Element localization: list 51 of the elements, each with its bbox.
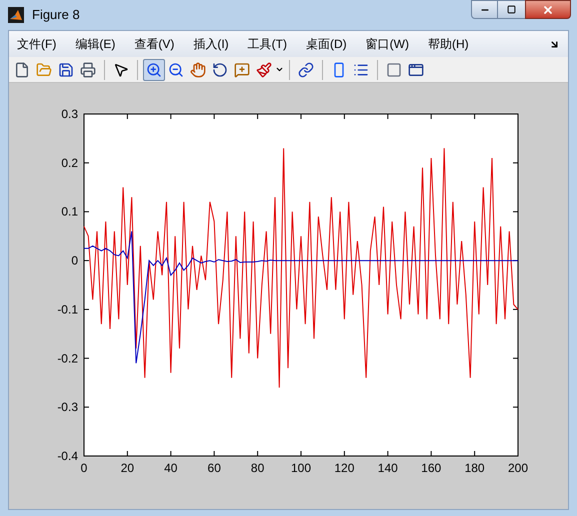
square-icon xyxy=(386,62,402,78)
y-tick-label: -0.1 xyxy=(57,302,78,316)
close-button[interactable] xyxy=(525,0,571,19)
menu-item[interactable]: 窗口(W) xyxy=(366,35,409,53)
data-cursor-icon xyxy=(234,62,250,78)
x-tick-label: 40 xyxy=(164,461,178,475)
dropdown-caret-icon[interactable] xyxy=(275,65,284,74)
x-tick-label: 140 xyxy=(378,461,398,475)
y-tick-label: -0.2 xyxy=(57,351,78,366)
legend-icon xyxy=(353,62,369,78)
maximize-icon xyxy=(507,5,516,14)
close-icon xyxy=(542,4,554,16)
maximize-button[interactable] xyxy=(498,0,525,19)
hand-icon xyxy=(190,62,206,78)
save-icon xyxy=(58,62,74,78)
y-tick-label: 0.2 xyxy=(61,156,78,170)
new-file-icon xyxy=(14,62,30,78)
x-tick-label: 80 xyxy=(250,461,264,475)
x-tick-label: 120 xyxy=(334,461,354,475)
printer-icon xyxy=(80,62,96,78)
menu-item[interactable]: 文件(F) xyxy=(17,35,56,53)
app-logo-icon xyxy=(8,7,24,23)
x-tick-label: 0 xyxy=(80,461,88,475)
x-tick-label: 160 xyxy=(421,461,442,475)
window-title: Figure 8 xyxy=(32,6,80,24)
menu-item[interactable]: 工具(T) xyxy=(248,35,287,53)
y-tick-label: 0 xyxy=(71,254,78,268)
x-tick-label: 100 xyxy=(290,461,312,475)
open-folder-icon xyxy=(36,62,52,78)
toolbar-button[interactable] xyxy=(143,58,165,80)
y-tick-label: 0.1 xyxy=(61,204,78,219)
menu-item[interactable]: 帮助(H) xyxy=(428,35,469,53)
x-tick-label: 180 xyxy=(464,461,485,475)
y-tick-label: -0.3 xyxy=(57,400,78,414)
menu-item[interactable]: 插入(I) xyxy=(193,35,229,53)
menu-item[interactable]: 编辑(E) xyxy=(75,35,116,53)
zoom-out-icon xyxy=(168,62,184,78)
paintbrush-icon xyxy=(256,62,272,78)
y-tick-label: -0.4 xyxy=(57,449,78,463)
menu-item[interactable]: 桌面(D) xyxy=(306,35,347,53)
rotate-icon xyxy=(212,62,228,78)
pointer-icon xyxy=(113,62,129,78)
zoom-in-icon xyxy=(146,62,162,78)
link-icon xyxy=(298,62,314,78)
y-tick-label: 0.3 xyxy=(61,107,78,121)
menu-item[interactable]: 查看(V) xyxy=(134,35,174,53)
x-tick-label: 200 xyxy=(508,461,528,475)
x-tick-label: 60 xyxy=(208,461,221,475)
window-icon xyxy=(408,62,424,78)
dock-arrow-icon[interactable] xyxy=(549,38,560,50)
x-tick-label: 20 xyxy=(120,461,134,475)
